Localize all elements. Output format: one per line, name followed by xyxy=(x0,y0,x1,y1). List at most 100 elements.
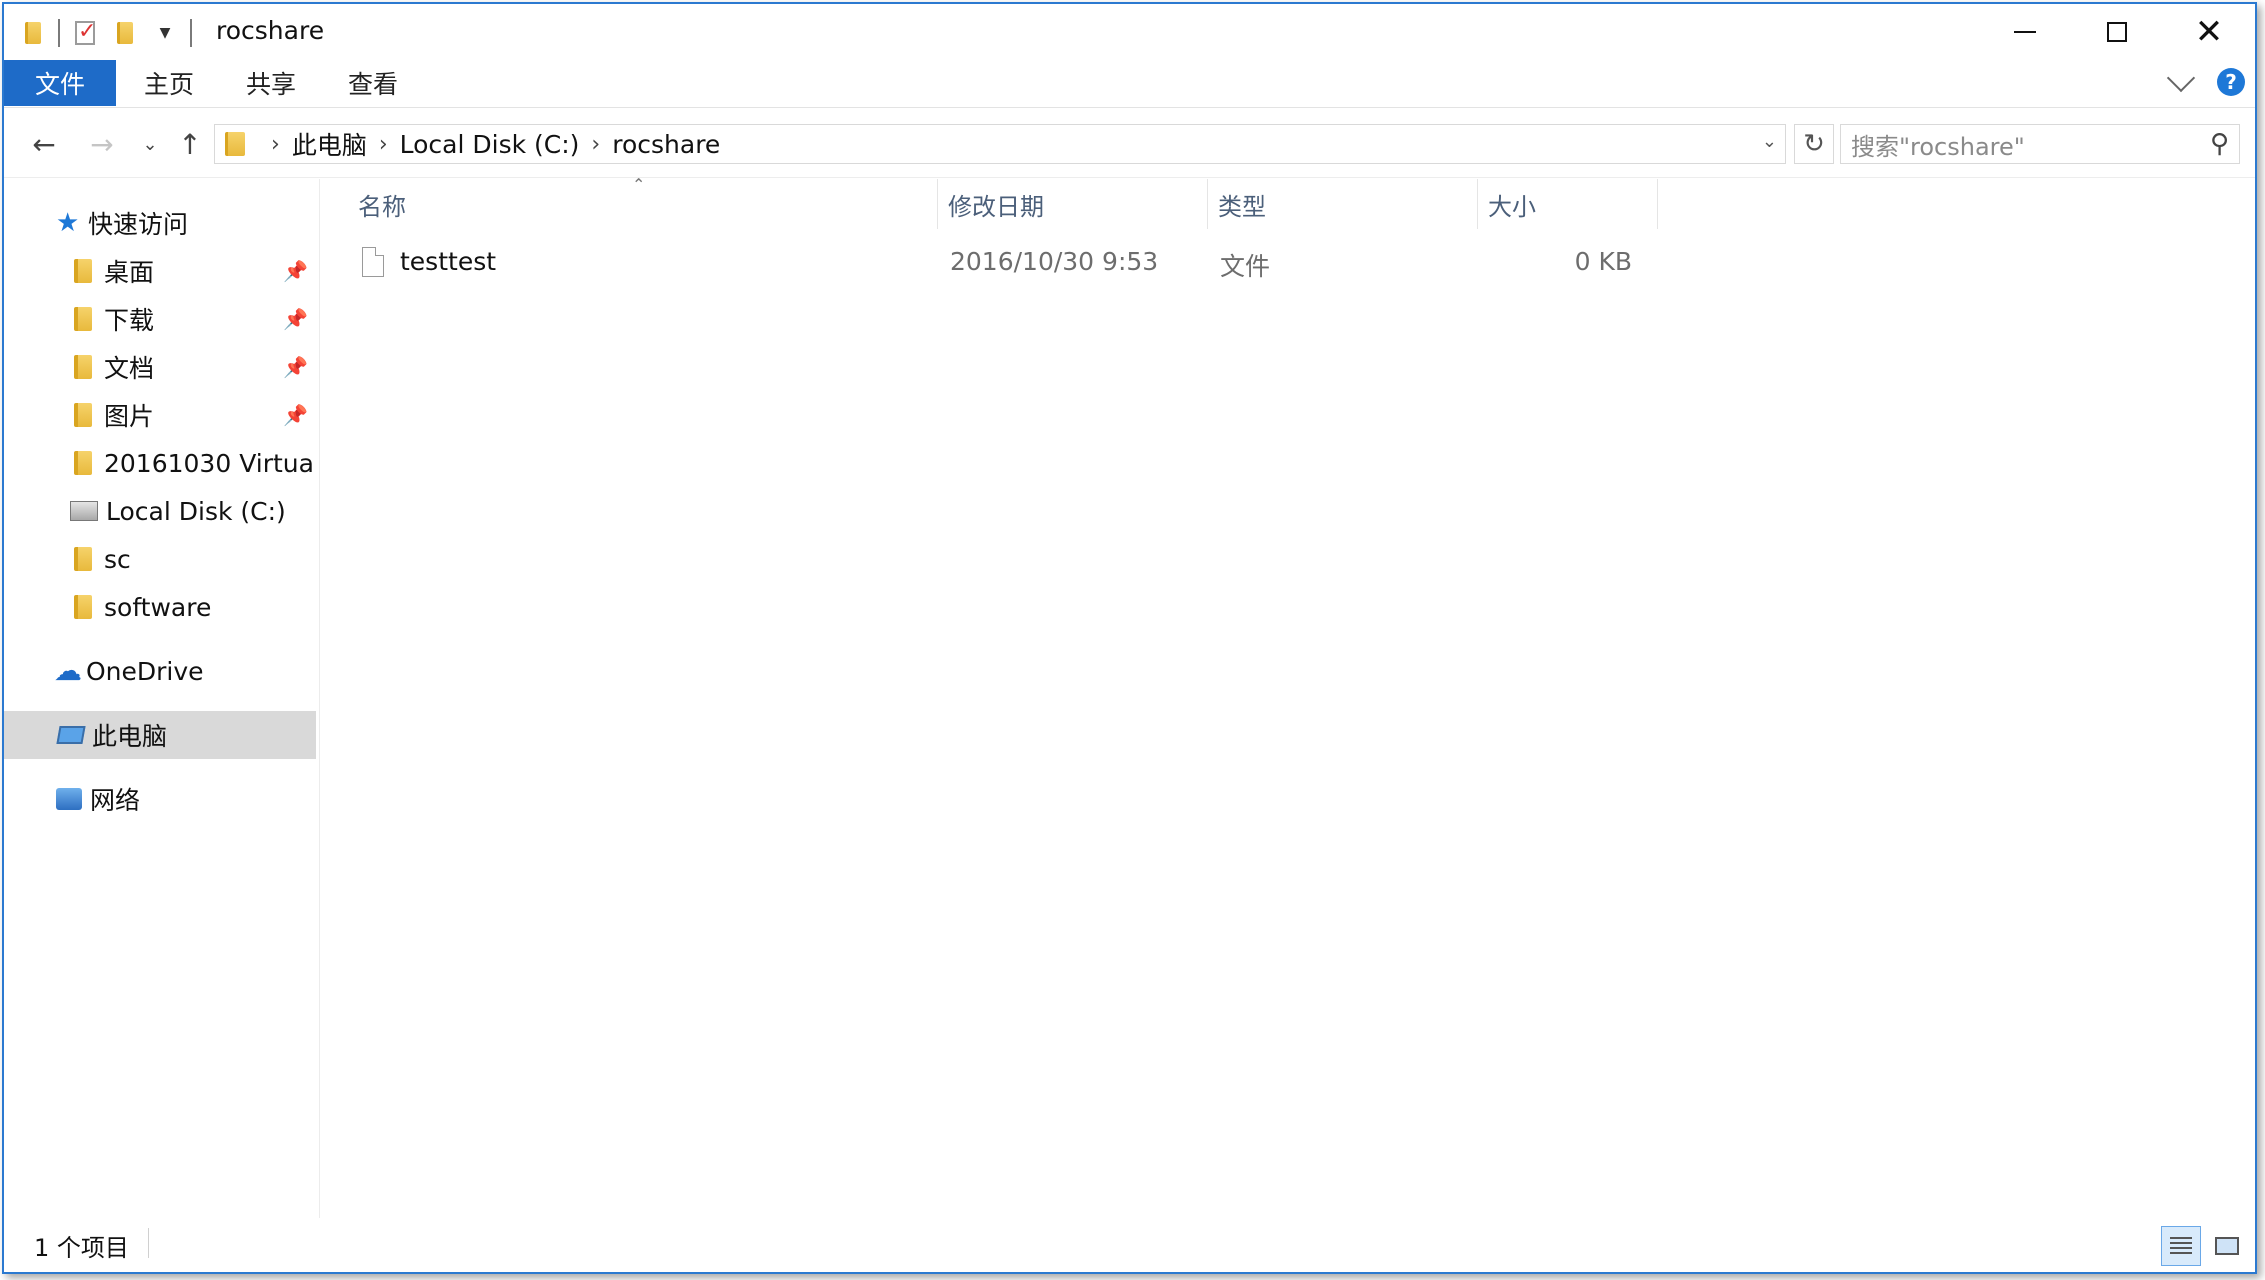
folder-icon xyxy=(74,403,92,427)
file-type: 文件 xyxy=(1220,252,1271,281)
nav-virtualbox-folder[interactable]: 20161030 VirtualB xyxy=(4,439,316,487)
breadcrumb-local-disk[interactable]: Local Disk (C:) xyxy=(400,130,580,159)
cloud-icon: ☁ xyxy=(54,654,82,687)
app-folder-icon xyxy=(18,18,48,48)
folder-icon xyxy=(74,451,92,475)
file-list: ⌃ 名称 修改日期 类型 大小 testtest 2016/10/30 9:53… xyxy=(322,175,2255,1218)
column-header-name[interactable]: 名称 xyxy=(322,179,938,229)
nav-label: 此电脑 xyxy=(92,722,168,751)
breadcrumb-this-pc[interactable]: 此电脑 xyxy=(292,126,367,162)
nav-label: 快速访问 xyxy=(88,210,189,239)
folder-icon xyxy=(225,132,245,156)
breadcrumb-chevron-icon[interactable]: › xyxy=(379,132,388,157)
table-row[interactable]: testtest 2016/10/30 9:53 文件 0 KB xyxy=(322,241,1642,285)
computer-icon xyxy=(56,726,86,744)
tab-home[interactable]: 主页 xyxy=(134,60,204,106)
quick-access-toolbar: ▼ xyxy=(18,18,202,48)
status-bar: 1 个项目 xyxy=(4,1218,2255,1272)
explorer-window: ▼ rocshare ✕ 文件 主页 共享 查看 ? ← → ⌄ ↑ › 此电脑… xyxy=(2,2,2257,1274)
column-header-size[interactable]: 大小 xyxy=(1478,179,1658,229)
breadcrumb-chevron-icon[interactable]: › xyxy=(591,132,600,157)
star-icon: ★ xyxy=(56,208,80,238)
refresh-icon: ↻ xyxy=(1803,129,1825,159)
forward-button[interactable]: → xyxy=(84,126,120,162)
nav-label: software xyxy=(104,592,212,622)
nav-software[interactable]: software xyxy=(4,583,316,631)
toolbar-divider xyxy=(58,19,60,47)
search-placeholder: 搜索"rocshare" xyxy=(1851,132,2025,161)
arrow-up-icon: ↑ xyxy=(178,127,202,161)
folder-icon xyxy=(74,595,92,619)
address-bar[interactable]: › 此电脑 › Local Disk (C:) › rocshare ⌄ xyxy=(214,124,1786,164)
nav-label: Local Disk (C:) xyxy=(106,496,286,526)
toolbar-divider xyxy=(190,19,192,47)
large-icons-view-button[interactable] xyxy=(2207,1226,2247,1266)
tab-view[interactable]: 查看 xyxy=(338,60,408,106)
recent-locations-button[interactable]: ⌄ xyxy=(132,126,168,162)
nav-label: OneDrive xyxy=(86,656,204,686)
column-header-type[interactable]: 类型 xyxy=(1208,179,1478,229)
search-input[interactable]: 搜索"rocshare" ⚲ xyxy=(1840,124,2240,164)
properties-icon[interactable] xyxy=(70,18,100,48)
nav-desktop[interactable]: 桌面 📌 xyxy=(4,247,316,295)
arrow-right-icon: → xyxy=(90,127,114,161)
file-name: testtest xyxy=(400,247,497,276)
nav-label: 网络 xyxy=(90,786,141,815)
new-folder-icon[interactable] xyxy=(110,18,140,48)
details-view-icon xyxy=(2170,1237,2192,1255)
breadcrumb-rocshare[interactable]: rocshare xyxy=(612,130,720,159)
nav-sc[interactable]: sc xyxy=(4,535,316,583)
folder-icon xyxy=(74,547,92,571)
nav-label: 20161030 VirtualB xyxy=(104,448,316,478)
window-controls: ✕ xyxy=(1979,4,2255,60)
breadcrumb-chevron-icon[interactable]: › xyxy=(271,132,280,157)
file-size: 0 KB xyxy=(1574,247,1632,276)
address-row: ← → ⌄ ↑ › 此电脑 › Local Disk (C:) › rocsha… xyxy=(4,108,2255,178)
address-history-chevron-icon[interactable]: ⌄ xyxy=(1762,131,1777,152)
up-button[interactable]: ↑ xyxy=(172,126,208,162)
title-bar: ▼ rocshare ✕ xyxy=(4,4,2255,60)
status-divider xyxy=(148,1228,149,1258)
nav-pictures[interactable]: 图片 📌 xyxy=(4,391,316,439)
nav-quick-access[interactable]: ★ 快速访问 xyxy=(4,199,316,247)
nav-this-pc[interactable]: 此电脑 xyxy=(4,711,316,759)
close-button[interactable]: ✕ xyxy=(2163,4,2255,60)
nav-documents[interactable]: 文档 📌 xyxy=(4,343,316,391)
maximize-button[interactable] xyxy=(2071,4,2163,60)
pin-icon[interactable]: 📌 xyxy=(283,307,308,331)
folder-icon xyxy=(74,259,92,283)
search-icon[interactable]: ⚲ xyxy=(2210,129,2229,159)
folder-icon xyxy=(74,355,92,379)
navigation-pane: ★ 快速访问 桌面 📌 下载 📌 文档 📌 图片 📌 20161030 Virt… xyxy=(4,179,320,1218)
nav-label: sc xyxy=(104,544,131,574)
window-title: rocshare xyxy=(216,16,325,45)
nav-label: 文档 xyxy=(104,354,155,383)
nav-local-disk[interactable]: Local Disk (C:) xyxy=(4,487,316,535)
minimize-icon xyxy=(2014,31,2036,33)
refresh-button[interactable]: ↻ xyxy=(1794,124,1834,164)
minimize-button[interactable] xyxy=(1979,4,2071,60)
close-icon: ✕ xyxy=(2194,12,2224,52)
nav-network[interactable]: 网络 xyxy=(4,775,316,823)
customize-toolbar-chevron-icon[interactable]: ▼ xyxy=(150,18,180,48)
chevron-down-icon: ⌄ xyxy=(142,133,158,155)
nav-downloads[interactable]: 下载 📌 xyxy=(4,295,316,343)
expand-ribbon-chevron-icon[interactable] xyxy=(2166,63,2196,93)
details-view-button[interactable] xyxy=(2161,1226,2201,1266)
pin-icon[interactable]: 📌 xyxy=(283,355,308,379)
file-icon xyxy=(362,247,384,277)
pin-icon[interactable]: 📌 xyxy=(283,403,308,427)
folder-icon xyxy=(74,307,92,331)
back-button[interactable]: ← xyxy=(26,126,62,162)
item-count: 1 个项目 xyxy=(34,1234,129,1262)
large-icons-view-icon xyxy=(2215,1237,2239,1255)
help-icon[interactable]: ? xyxy=(2217,68,2245,96)
ribbon-tabs: 文件 主页 共享 查看 ? xyxy=(4,60,2255,108)
nav-onedrive[interactable]: ☁ OneDrive xyxy=(4,647,316,695)
tab-file[interactable]: 文件 xyxy=(4,60,116,106)
tab-share[interactable]: 共享 xyxy=(236,60,306,106)
column-header-date[interactable]: 修改日期 xyxy=(938,179,1208,229)
pin-icon[interactable]: 📌 xyxy=(283,259,308,283)
network-icon xyxy=(56,788,82,810)
nav-label: 桌面 xyxy=(104,258,155,287)
